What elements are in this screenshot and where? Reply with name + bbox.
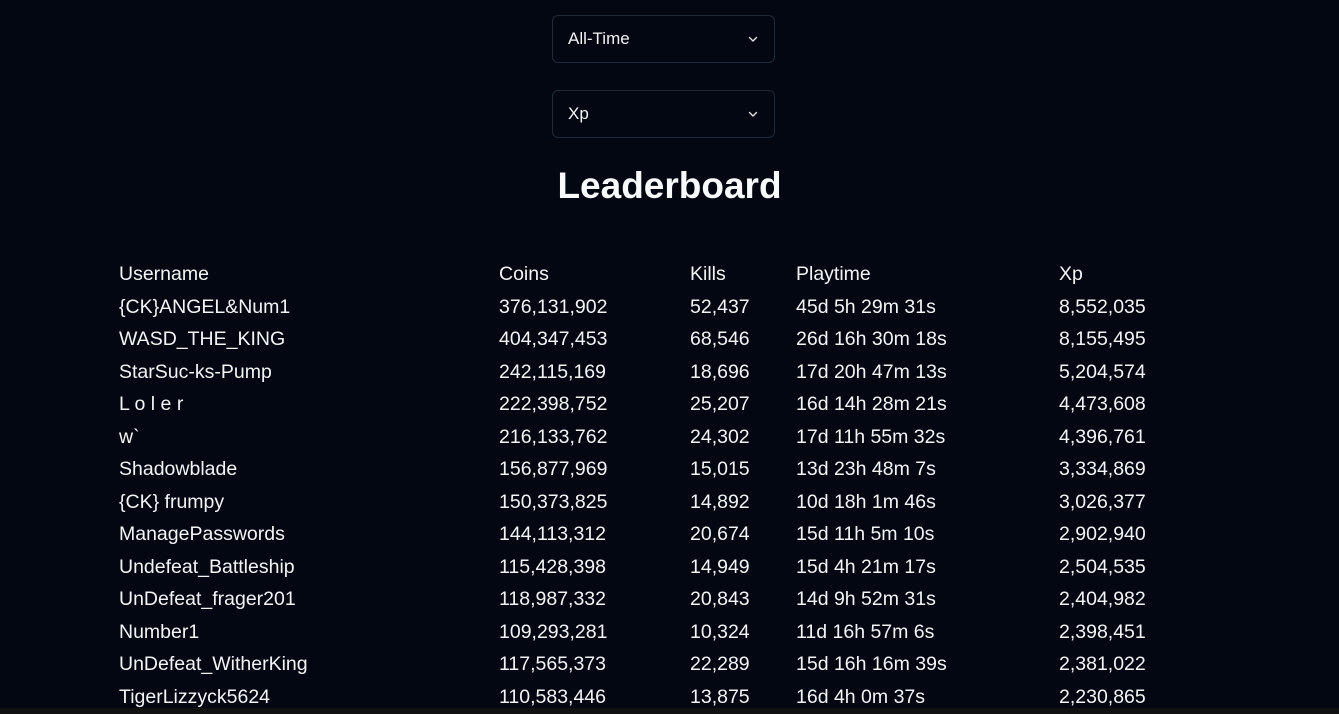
username-cell: {CK}ANGEL&Num1 [119, 295, 291, 318]
username-cell: Number1 [119, 620, 200, 643]
xp-cell: 8,155,495 [1059, 328, 1146, 350]
coins-cell: 118,987,332 [499, 588, 606, 610]
coins-cell: 404,347,453 [499, 328, 608, 350]
playtime-cell: 11d 16h 57m 6s [796, 620, 935, 643]
username-cell: Shadowblade [119, 458, 238, 480]
coins-cell: 216,133,762 [499, 425, 608, 448]
playtime-cell: 10d 18h 1m 46s [796, 490, 936, 513]
username-cell: UnDefeat_WitherKing [119, 653, 308, 675]
kills-cell: 18,696 [690, 360, 750, 383]
kills-cell: 52,437 [690, 295, 750, 318]
table-row: {CK}ANGEL&Num1 376,131,902 52,437 45d 5h 29… [119, 291, 1219, 324]
table-row: {CK} frumpy 150,373,825 14,892 10d 18h 1m 4… [119, 486, 1219, 519]
playtime-cell: 16d 14h 28m 21s [796, 393, 947, 415]
table-row: ManagePasswords 144,113,312 20,674 15d 11h … [119, 518, 1219, 551]
metric-select[interactable]: Xp [552, 90, 775, 138]
playtime-cell: 17d 11h 55m 32s [796, 425, 946, 448]
username-cell: Undefeat_Battleship [119, 555, 295, 578]
coins-cell: 115,428,398 [499, 555, 606, 578]
chevron-down-icon [747, 108, 759, 120]
column-header-kills: Kills [690, 263, 726, 285]
table-row: UnDefeat_WitherKing 117,565,373 22,289 15d … [119, 648, 1219, 681]
xp-cell: 3,334,869 [1059, 458, 1146, 480]
table-row: L o l e r 222,398,752 25,207 16d 14h 28m 21… [119, 388, 1219, 421]
table-row: UnDefeat_frager201 118,987,332 20,843 14d 9… [119, 583, 1219, 616]
chevron-down-icon [747, 33, 759, 45]
xp-cell: 2,504,535 [1059, 555, 1146, 578]
username-cell: L o l e r [119, 393, 184, 415]
table-row: WASD_THE_KING 404,347,453 68,546 26d 16h 30… [119, 323, 1219, 356]
playtime-cell: 26d 16h 30m 18s [796, 328, 947, 350]
kills-cell: 14,949 [690, 555, 750, 578]
coins-cell: 150,373,825 [499, 490, 608, 513]
kills-cell: 10,324 [690, 620, 750, 643]
xp-cell: 2,381,022 [1059, 653, 1146, 675]
bottom-scroll-edge [0, 708, 1339, 714]
table-row: w` 216,133,762 24,302 17d 11h 55m 32s 4,396,… [119, 421, 1219, 454]
table-row: Number1 109,293,281 10,324 11d 16h 57m 6s 2,… [119, 616, 1219, 649]
metric-value: Xp [568, 104, 589, 123]
coins-cell: 117,565,373 [499, 653, 606, 675]
leaderboard-page: All-Time Xp Leaderboard Username Coins K… [0, 0, 1339, 714]
coins-cell: 144,113,312 [499, 523, 606, 545]
playtime-cell: 45d 5h 29m 31s [796, 295, 936, 318]
username-cell: {CK} frumpy [119, 490, 225, 513]
username-cell: WASD_THE_KING [119, 328, 286, 350]
playtime-cell: 15d 16h 16m 39s [796, 653, 947, 675]
time-range-value: All-Time [568, 29, 630, 48]
coins-cell: 376,131,902 [499, 295, 608, 318]
table-row: Shadowblade 156,877,969 15,015 13d 23h 48m … [119, 453, 1219, 486]
kills-cell: 20,674 [690, 523, 750, 545]
kills-cell: 25,207 [690, 393, 750, 415]
table-header-row: Username Coins Kills Playtime Xp [119, 258, 1219, 291]
username-cell: ManagePasswords [119, 523, 285, 545]
table-row: Undefeat_Battleship 115,428,398 14,949 15d … [119, 551, 1219, 584]
coins-cell: 242,115,169 [499, 360, 606, 383]
playtime-cell: 15d 4h 21m 17s [796, 555, 936, 578]
kills-cell: 14,892 [690, 490, 750, 513]
time-range-select[interactable]: All-Time [552, 15, 775, 63]
coins-cell: 156,877,969 [499, 458, 608, 480]
username-cell: w` [119, 425, 140, 448]
column-header-coins: Coins [499, 263, 549, 285]
username-cell: UnDefeat_frager201 [119, 588, 296, 610]
leaderboard-table: Username Coins Kills Playtime Xp {CK}ANG… [119, 258, 1219, 713]
kills-cell: 68,546 [690, 328, 750, 350]
kills-cell: 24,302 [690, 425, 750, 448]
playtime-cell: 14d 9h 52m 31s [796, 588, 936, 610]
coins-cell: 222,398,752 [499, 393, 608, 415]
xp-cell: 2,902,940 [1059, 523, 1146, 545]
username-cell: StarSuc-ks-Pump [119, 360, 272, 383]
kills-cell: 15,015 [690, 458, 750, 480]
xp-cell: 5,204,574 [1059, 360, 1146, 383]
kills-cell: 22,289 [690, 653, 750, 675]
column-header-xp: Xp [1059, 263, 1083, 285]
xp-cell: 4,473,608 [1059, 393, 1146, 415]
xp-cell: 2,404,982 [1059, 588, 1146, 610]
kills-cell: 20,843 [690, 588, 750, 610]
xp-cell: 4,396,761 [1059, 425, 1146, 448]
page-title: Leaderboard [557, 165, 782, 206]
coins-cell: 109,293,281 [499, 620, 608, 643]
column-header-username: Username [119, 263, 209, 285]
playtime-cell: 15d 11h 5m 10s [796, 523, 935, 545]
table-row: StarSuc-ks-Pump 242,115,169 18,696 17d 20h … [119, 356, 1219, 389]
playtime-cell: 13d 23h 48m 7s [796, 458, 936, 480]
xp-cell: 8,552,035 [1059, 295, 1146, 318]
xp-cell: 3,026,377 [1059, 490, 1146, 513]
playtime-cell: 17d 20h 47m 13s [796, 360, 947, 383]
column-header-playtime: Playtime [796, 263, 871, 285]
xp-cell: 2,398,451 [1059, 620, 1146, 643]
